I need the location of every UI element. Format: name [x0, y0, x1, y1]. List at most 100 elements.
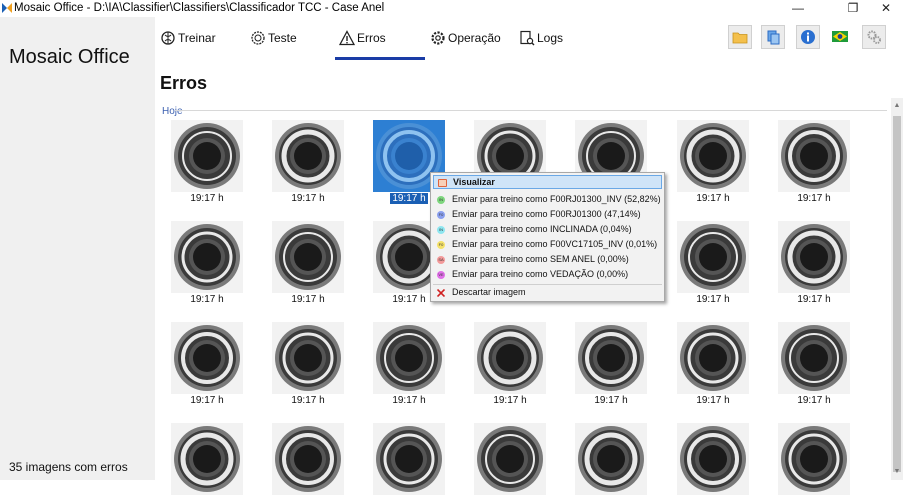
error-image-thumbnail[interactable]: [171, 221, 243, 293]
app-logo-icon: [2, 3, 12, 13]
timestamp-text: 19:17 h: [797, 193, 831, 204]
thumbnail-timestamp: 19:17 h: [778, 294, 850, 305]
error-image-thumbnail[interactable]: [677, 322, 749, 394]
context-menu: Visualizar IN Enviar para treino como F0…: [430, 172, 665, 302]
class-badge-icon: SA: [437, 256, 445, 264]
scroll-down-arrow[interactable]: ▼: [891, 466, 903, 478]
error-image-thumbnail[interactable]: [677, 120, 749, 192]
thumbnail-timestamp: 19:17 h: [272, 193, 344, 204]
timestamp-text: 19:17 h: [190, 294, 224, 305]
error-image-thumbnail[interactable]: [272, 423, 344, 495]
error-image-thumbnail[interactable]: [171, 322, 243, 394]
app-name: Mosaic Office: [9, 46, 130, 68]
timestamp-text: 19:17 h: [291, 395, 325, 406]
menu-item-send-f00rj01300-inv[interactable]: IN Enviar para treino como F00RJ01300_IN…: [433, 193, 662, 207]
scroll-thumb[interactable]: [893, 116, 901, 472]
settings-button[interactable]: [862, 25, 886, 49]
error-image-thumbnail[interactable]: [272, 221, 344, 293]
warning-icon: [339, 30, 355, 46]
tab-treinar-label: Treinar: [178, 31, 216, 45]
error-image-thumbnail[interactable]: [575, 322, 647, 394]
error-image-thumbnail[interactable]: [778, 221, 850, 293]
error-image-thumbnail[interactable]: [677, 221, 749, 293]
page-title: Erros: [160, 73, 208, 93]
view-image-icon: [438, 179, 447, 187]
tab-logs[interactable]: Logs: [519, 27, 563, 49]
thumbnail-timestamp: 19:17 h: [677, 193, 749, 204]
error-image-thumbnail[interactable]: [171, 120, 243, 192]
thumbnail-timestamp: 19:17 h: [677, 294, 749, 305]
error-image-thumbnail[interactable]: [373, 423, 445, 495]
brain-icon: [161, 31, 175, 45]
menu-item-visualizar[interactable]: Visualizar: [433, 175, 662, 189]
tab-operacao[interactable]: Operação: [430, 27, 501, 49]
error-image-thumbnail[interactable]: [474, 322, 546, 394]
menu-separator: [433, 284, 662, 285]
tab-teste-label: Teste: [268, 31, 297, 45]
open-folder-button[interactable]: [728, 25, 752, 49]
gear-brain-icon: [251, 31, 265, 45]
timestamp-text: 19:17 h: [190, 395, 224, 406]
minimize-button[interactable]: —: [783, 0, 813, 17]
menu-item-send-inclinada[interactable]: IN Enviar para treino como INCLINADA (0,…: [433, 223, 662, 237]
timestamp-text: 19:17 h: [390, 193, 428, 204]
menu-item-send-f00vc17105-inv[interactable]: F0 Enviar para treino como F00VC17105_IN…: [433, 238, 662, 252]
menu-item-send-sem-anel[interactable]: SA Enviar para treino como SEM ANEL (0,0…: [433, 253, 662, 267]
section-divider: [175, 110, 887, 111]
thumbnail-timestamp: 19:17 h: [677, 395, 749, 406]
menu-item-descartar[interactable]: Descartar imagem: [433, 286, 662, 300]
timestamp-text: 19:17 h: [696, 294, 730, 305]
error-image-thumbnail[interactable]: [272, 322, 344, 394]
tab-treinar[interactable]: Treinar: [160, 27, 216, 49]
copy-icon: [767, 30, 780, 45]
thumbnail-timestamp: 19:17 h: [171, 193, 243, 204]
error-image-thumbnail[interactable]: [171, 423, 243, 495]
info-button[interactable]: [796, 25, 820, 49]
timestamp-text: 19:17 h: [696, 395, 730, 406]
error-image-thumbnail[interactable]: [474, 423, 546, 495]
section-label-today: Hoje: [162, 106, 183, 117]
menu-item-send-vedacao[interactable]: VE Enviar para treino como VEDAÇÃO (0,00…: [433, 268, 662, 282]
brazil-flag-icon: [832, 30, 848, 42]
tab-logs-label: Logs: [537, 31, 564, 45]
discard-x-icon: [437, 289, 445, 297]
error-image-thumbnail[interactable]: [677, 423, 749, 495]
tab-erros-label: Erros: [357, 31, 386, 45]
thumbnail-timestamp: 19:17 h: [575, 395, 647, 406]
document-search-icon: [520, 30, 535, 46]
folder-icon: [732, 32, 748, 44]
class-badge-icon: IN: [437, 196, 445, 204]
menu-item-send-f00rj01300[interactable]: F0 Enviar para treino como F00RJ01300 (4…: [433, 208, 662, 222]
close-button[interactable]: ✕: [871, 0, 901, 17]
thumbnail-timestamp: 19:17 h: [272, 395, 344, 406]
thumbnail-timestamp: 19:17 h: [272, 294, 344, 305]
tab-teste[interactable]: Teste: [250, 27, 297, 49]
thumbnail-timestamp: 19:17 h: [778, 193, 850, 204]
language-button[interactable]: [829, 25, 851, 47]
vertical-scrollbar[interactable]: ▲ ▼: [891, 98, 903, 480]
error-image-thumbnail[interactable]: [575, 423, 647, 495]
timestamp-text: 19:17 h: [797, 395, 831, 406]
class-badge-icon: VE: [437, 271, 445, 279]
thumbnail-timestamp: 19:17 h: [373, 395, 445, 406]
title-bar: Mosaic Office - D:\IA\Classifier\Classif…: [0, 0, 903, 17]
scroll-up-arrow[interactable]: ▲: [891, 100, 903, 112]
thumbnail-timestamp: 19:17 h: [171, 395, 243, 406]
info-icon: [801, 30, 815, 44]
error-image-thumbnail[interactable]: [373, 322, 445, 394]
copy-button[interactable]: [761, 25, 785, 49]
tab-erros[interactable]: Erros: [339, 27, 386, 49]
maximize-button[interactable]: ❐: [838, 0, 868, 17]
thumbnail-timestamp: 19:17 h: [171, 294, 243, 305]
error-image-thumbnail[interactable]: [272, 120, 344, 192]
error-image-thumbnail[interactable]: [778, 423, 850, 495]
timestamp-text: 19:17 h: [696, 193, 730, 204]
class-badge-icon: F0: [437, 241, 445, 249]
timestamp-text: 19:17 h: [493, 395, 527, 406]
error-image-thumbnail[interactable]: [778, 322, 850, 394]
sidebar: Mosaic Office 35 imagens com erros: [0, 17, 155, 480]
thumbnail-timestamp: 19:17 h: [474, 395, 546, 406]
tab-operacao-label: Operação: [448, 31, 501, 45]
error-image-thumbnail[interactable]: [778, 120, 850, 192]
window-title: Mosaic Office - D:\IA\Classifier\Classif…: [14, 2, 385, 14]
